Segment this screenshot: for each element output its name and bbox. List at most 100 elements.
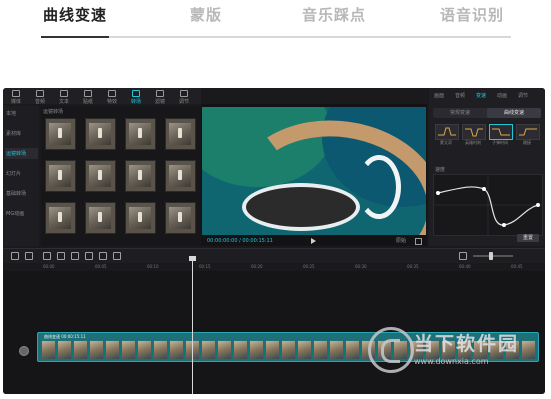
transition-thumb[interactable] bbox=[125, 202, 156, 234]
preset-label: 英雄时刻 bbox=[465, 140, 481, 145]
transition-thumb[interactable] bbox=[125, 118, 156, 150]
nav-slideshow[interactable]: 幻灯片 bbox=[6, 170, 38, 177]
toolbar-audio[interactable]: 音频 bbox=[29, 90, 51, 105]
transition-thumb[interactable] bbox=[165, 202, 196, 234]
tab-active-indicator bbox=[41, 36, 109, 38]
site-watermark: 当下软件园 www.downxia.com bbox=[368, 323, 546, 377]
ruler-tick: 00:25 bbox=[303, 264, 315, 269]
timeline-ruler: 00:00 00:05 00:10 00:15 00:20 00:25 00:3… bbox=[3, 263, 545, 271]
curve-point[interactable] bbox=[436, 191, 440, 195]
crop-icon[interactable] bbox=[113, 252, 121, 260]
speed-mode-switch: 常规变速 曲线变速 bbox=[433, 108, 541, 118]
delete-icon[interactable] bbox=[57, 252, 65, 260]
ruler-tick: 00:45 bbox=[511, 264, 523, 269]
nav-library[interactable]: 素材库 bbox=[6, 130, 38, 137]
preset-jump-cut[interactable] bbox=[516, 124, 540, 140]
preset-hero-moment[interactable] bbox=[462, 124, 486, 140]
split-icon[interactable] bbox=[43, 252, 51, 260]
preset-label: 跳接 bbox=[523, 140, 531, 145]
watermark-logo-icon bbox=[368, 327, 414, 373]
reset-button[interactable]: 重置 bbox=[517, 234, 539, 242]
toolbar-effects[interactable]: 特效 bbox=[101, 90, 123, 105]
transition-thumb[interactable] bbox=[125, 160, 156, 192]
nav-local[interactable]: 本地 bbox=[6, 110, 38, 117]
preset-label: 子弹时间 bbox=[492, 140, 508, 145]
toolbar-text[interactable]: 文本 bbox=[53, 90, 75, 105]
curve-point[interactable] bbox=[536, 203, 540, 207]
ruler-tick: 00:05 bbox=[95, 264, 107, 269]
transition-thumb[interactable] bbox=[45, 118, 76, 150]
nav-camera-transition[interactable]: 运镜转场 bbox=[6, 150, 38, 157]
tab-picture[interactable]: 画面 bbox=[434, 92, 444, 99]
toolbar-transition[interactable]: 转场 bbox=[125, 90, 147, 105]
track-cover-icon[interactable] bbox=[19, 346, 29, 356]
watermark-text: 当下软件园 bbox=[414, 333, 520, 355]
transition-thumb[interactable] bbox=[85, 160, 116, 192]
tab-mask[interactable]: 蒙版 bbox=[190, 4, 222, 25]
timeline-zoom-slider[interactable] bbox=[473, 255, 513, 257]
transition-thumb[interactable] bbox=[45, 202, 76, 234]
tab-curve-speed[interactable]: 曲线变速 bbox=[43, 4, 107, 25]
speed-curve-graph[interactable] bbox=[433, 174, 543, 236]
toolbar-filter[interactable]: 滤镜 bbox=[149, 90, 171, 105]
curve-point[interactable] bbox=[502, 223, 506, 227]
reverse-icon[interactable] bbox=[85, 252, 93, 260]
fullscreen-icon[interactable] bbox=[415, 238, 422, 245]
tab-audio[interactable]: 音频 bbox=[455, 92, 465, 99]
toolbar-sticker[interactable]: 贴纸 bbox=[77, 90, 99, 105]
tab-animation[interactable]: 动画 bbox=[497, 92, 507, 99]
properties-panel: 画面 音频 变速 动画 调节 常规变速 曲线变速 蒙太奇 英雄时刻 子弹时间 跳… bbox=[429, 88, 545, 246]
effects-icon bbox=[108, 90, 116, 97]
nav-basic-transition[interactable]: 基础转场 bbox=[6, 190, 38, 197]
tab-adjust[interactable]: 调节 bbox=[518, 92, 528, 99]
preview-timecode: 00:00:00:00 / 00:00:15:11 bbox=[207, 238, 273, 244]
tab-music-beat[interactable]: 音乐踩点 bbox=[302, 4, 366, 25]
preview-controls: 00:00:00:00 / 00:00:15:11 原始 bbox=[201, 236, 427, 246]
snap-icon[interactable] bbox=[459, 252, 467, 260]
feature-tab-bar: 曲线变速 蒙版 音乐踩点 语音识别 bbox=[0, 0, 551, 40]
transition-thumb[interactable] bbox=[85, 118, 116, 150]
transition-thumb[interactable] bbox=[85, 202, 116, 234]
tab-divider bbox=[41, 36, 511, 38]
watermark-url: www.downxia.com bbox=[414, 357, 489, 366]
transition-library: 运镜转场 bbox=[41, 106, 201, 246]
playhead[interactable] bbox=[192, 258, 193, 394]
speed-graph-label: 速度 bbox=[435, 167, 446, 173]
ruler-tick: 00:00 bbox=[43, 264, 55, 269]
video-preview-panel: 00:00:00:00 / 00:00:15:11 原始 bbox=[201, 104, 427, 246]
filter-icon bbox=[156, 90, 164, 97]
toolbar-adjust[interactable]: 调节 bbox=[173, 90, 195, 105]
adjust-icon bbox=[180, 90, 188, 97]
ruler-tick: 00:35 bbox=[407, 264, 419, 269]
ruler-tick: 00:30 bbox=[355, 264, 367, 269]
ruler-tick: 00:20 bbox=[251, 264, 263, 269]
freeze-icon[interactable] bbox=[71, 252, 79, 260]
mirror-icon[interactable] bbox=[99, 252, 107, 260]
tab-speech-recognition[interactable]: 语音识别 bbox=[440, 4, 504, 25]
transition-thumb[interactable] bbox=[45, 160, 76, 192]
normal-speed-option[interactable]: 常规变速 bbox=[433, 108, 487, 118]
transition-thumb[interactable] bbox=[165, 160, 196, 192]
toolbar-media[interactable]: 媒体 bbox=[5, 90, 27, 105]
audio-icon bbox=[36, 90, 44, 97]
sticker-icon bbox=[84, 90, 92, 97]
preview-frame bbox=[202, 107, 426, 235]
redo-icon[interactable] bbox=[25, 252, 33, 260]
play-icon[interactable] bbox=[311, 238, 316, 244]
timeline-toolbar bbox=[3, 248, 545, 263]
ruler-tick: 00:40 bbox=[459, 264, 471, 269]
zoom-slider-handle[interactable] bbox=[489, 252, 493, 260]
aspect-ratio-button[interactable]: 原始 bbox=[396, 237, 406, 244]
undo-icon[interactable] bbox=[11, 252, 19, 260]
preset-montage[interactable] bbox=[435, 124, 459, 140]
ruler-tick: 00:15 bbox=[199, 264, 211, 269]
nav-mg-animation[interactable]: MG动画 bbox=[6, 210, 38, 217]
main-toolbar: 媒体 音频 文本 贴纸 特效 转场 滤镜 调节 bbox=[3, 88, 201, 105]
transition-thumb[interactable] bbox=[165, 118, 196, 150]
ruler-tick: 00:10 bbox=[147, 264, 159, 269]
tab-speed[interactable]: 变速 bbox=[476, 92, 486, 99]
curve-point[interactable] bbox=[482, 187, 486, 191]
preset-bullet-time[interactable] bbox=[489, 124, 513, 140]
library-header: 运镜转场 bbox=[43, 109, 64, 115]
curve-speed-option[interactable]: 曲线变速 bbox=[487, 108, 541, 118]
